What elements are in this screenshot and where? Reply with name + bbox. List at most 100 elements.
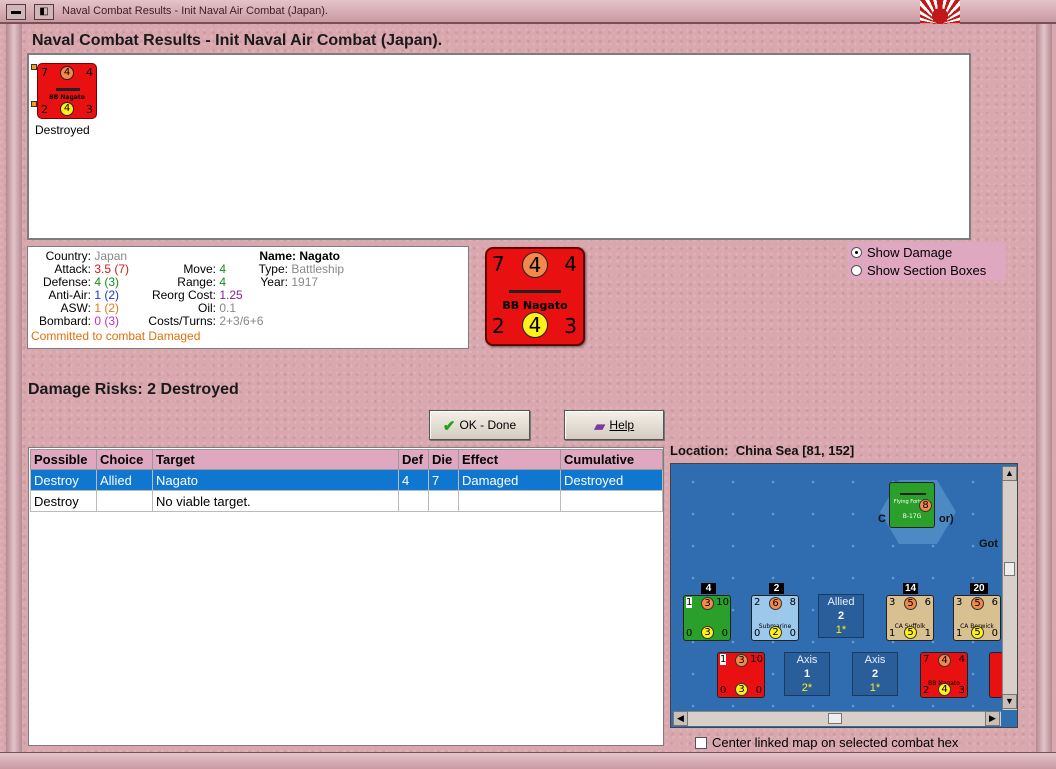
unit-bl: 0	[754, 628, 761, 639]
cell-effect: Damaged	[458, 469, 561, 491]
unit-tr: 10	[716, 597, 729, 608]
counter-move: 3	[86, 103, 93, 116]
unit-tc: 3	[701, 597, 714, 610]
show-section-boxes-radio[interactable]: Show Section Boxes	[851, 263, 986, 278]
checkmark-icon: ✔	[442, 418, 456, 435]
damage-table: Possible Choice Target Def Die Effect Cu…	[30, 449, 663, 512]
allied-unit-2[interactable]: 2 6 8 Submarine 0 2 0	[751, 595, 799, 641]
unit-tl: 2	[754, 597, 761, 608]
cell-def	[398, 490, 429, 512]
type-value: Battleship	[291, 262, 345, 276]
bombard-paren: (3)	[104, 314, 120, 328]
stack-count: 14	[903, 583, 918, 594]
allied-unit-3[interactable]: 3 5 6 CA Suffolk 1 5 1	[886, 595, 934, 641]
cell-possible: Destroy	[30, 490, 97, 512]
unit-br: 0	[789, 628, 796, 639]
restore-icon[interactable]: ◧	[34, 4, 54, 20]
counter-attack: 7	[492, 252, 505, 276]
axis-summary-1[interactable]: Axis 1 2*	[784, 652, 830, 696]
horizontal-scroll-thumb[interactable]	[828, 713, 842, 724]
damage-table-panel: Possible Choice Target Def Die Effect Cu…	[28, 447, 664, 746]
unit-bl: 1	[889, 628, 896, 639]
result-unit-counter[interactable]: 7 4 4 BB Nagato 2 4 3	[37, 63, 97, 119]
unit-tr: 8	[789, 597, 796, 608]
scroll-up-icon[interactable]: ▲	[1002, 466, 1017, 481]
cell-die	[428, 490, 459, 512]
bombard-label: Bombard:	[38, 314, 91, 328]
center-map-checkbox[interactable]: Center linked map on selected combat hex	[695, 735, 958, 750]
cell-choice: Allied	[96, 469, 153, 491]
hex-unit-value: 8	[919, 499, 932, 512]
table-row[interactable]: Destroy Allied Nagato 4 7 Damaged Destro…	[30, 469, 663, 491]
unit-tc: 6	[769, 597, 782, 610]
hex-air-unit[interactable]: B-17G Flying Fortress 8	[889, 482, 935, 528]
stack-count: 20	[970, 583, 988, 594]
allied-summary[interactable]: Allied 2 1*	[818, 594, 864, 638]
allied-unit-4[interactable]: 3 5 6 CA Berwick 1 5 0	[953, 595, 1001, 641]
unit-tr: 6	[991, 597, 998, 608]
asw-paren: (2)	[104, 301, 120, 315]
map-horizontal-scrollbar[interactable]: ◀ ▶	[673, 711, 1001, 726]
scroll-left-icon[interactable]: ◀	[673, 711, 688, 726]
checkbox-icon[interactable]	[695, 737, 707, 749]
minimize-icon[interactable]: ▬	[6, 4, 26, 20]
ok-done-button[interactable]: ✔ OK - Done	[429, 410, 530, 440]
axis-unit-1[interactable]: 1 3 10 0 3 0	[717, 652, 765, 698]
col-def[interactable]: Def	[398, 449, 429, 470]
cell-def: 4	[398, 469, 429, 491]
unit-tl: 7	[923, 654, 930, 665]
axis-summary-2[interactable]: Axis 2 1*	[852, 652, 898, 696]
unit-bc: 3	[735, 683, 748, 696]
map-viewport[interactable]: B-17G Flying Fortress 8 C or) Got 4 1 3 …	[673, 466, 1003, 710]
mini-map[interactable]: B-17G Flying Fortress 8 C or) Got 4 1 3 …	[670, 463, 1018, 728]
window-bottom-frame	[0, 752, 1056, 769]
combat-results-panel: 7 4 4 BB Nagato 2 4 3 Destroyed	[27, 53, 971, 240]
col-choice[interactable]: Choice	[96, 449, 153, 470]
map-vertical-scrollbar[interactable]: ▲ ▼	[1002, 466, 1017, 710]
range-value: 4	[219, 275, 227, 289]
ok-done-label: OK - Done	[459, 418, 517, 432]
axis-unit-2[interactable]: 7 4 4 BB Nagato 2 4 3	[920, 652, 968, 698]
unit-tr: 10	[750, 654, 763, 665]
unit-bl: 1	[956, 628, 963, 639]
book-icon: ▰	[593, 418, 606, 435]
axis-unit-partial[interactable]	[989, 652, 1003, 698]
unit-br: 0	[721, 628, 728, 639]
col-target[interactable]: Target	[152, 449, 399, 470]
show-damage-label: Show Damage	[867, 245, 953, 260]
table-row[interactable]: Destroy No viable target.	[30, 490, 663, 512]
unit-tc: 5	[904, 597, 917, 610]
show-damage-radio[interactable]: Show Damage	[851, 245, 952, 260]
col-possible[interactable]: Possible	[30, 449, 97, 470]
rising-sun-flag-icon	[920, 0, 960, 24]
counter-defense-circle: 4	[60, 102, 74, 116]
radio-selected-icon[interactable]	[851, 247, 862, 258]
costs-label: Costs/Turns:	[148, 314, 216, 328]
vertical-scroll-thumb[interactable]	[1004, 562, 1015, 576]
cell-possible: Destroy	[30, 469, 97, 491]
location-label: Location:	[670, 443, 729, 458]
counter-defense: 2	[41, 103, 48, 116]
unit-bc: 5	[904, 626, 917, 639]
help-label: Help	[609, 418, 635, 432]
defense-paren: (3)	[104, 275, 120, 289]
center-map-label: Center linked map on selected combat hex	[712, 735, 959, 750]
radio-unselected-icon[interactable]	[851, 265, 862, 276]
unit-br: 0	[755, 685, 762, 696]
scroll-right-icon[interactable]: ▶	[985, 711, 1000, 726]
unit-tl: 3	[889, 597, 896, 608]
country-value: Japan	[94, 249, 128, 263]
help-button[interactable]: ▰ Help	[564, 410, 664, 440]
col-die[interactable]: Die	[428, 449, 459, 470]
col-cumulative[interactable]: Cumulative	[560, 449, 663, 470]
allied-unit-1[interactable]: 1 3 10 0 3 0	[683, 595, 731, 641]
selected-unit-counter[interactable]: 7 4 4 BB Nagato 2 4 3	[485, 247, 585, 346]
summary-value: 1*	[835, 624, 847, 636]
col-effect[interactable]: Effect	[458, 449, 561, 470]
stack-count: 4	[701, 583, 716, 594]
scroll-down-icon[interactable]: ▼	[1002, 694, 1017, 709]
battleship-icon	[509, 290, 561, 293]
unit-tc: 4	[938, 654, 951, 667]
unit-bc: 2	[769, 626, 782, 639]
display-options: Show Damage Show Section Boxes	[848, 242, 1006, 280]
